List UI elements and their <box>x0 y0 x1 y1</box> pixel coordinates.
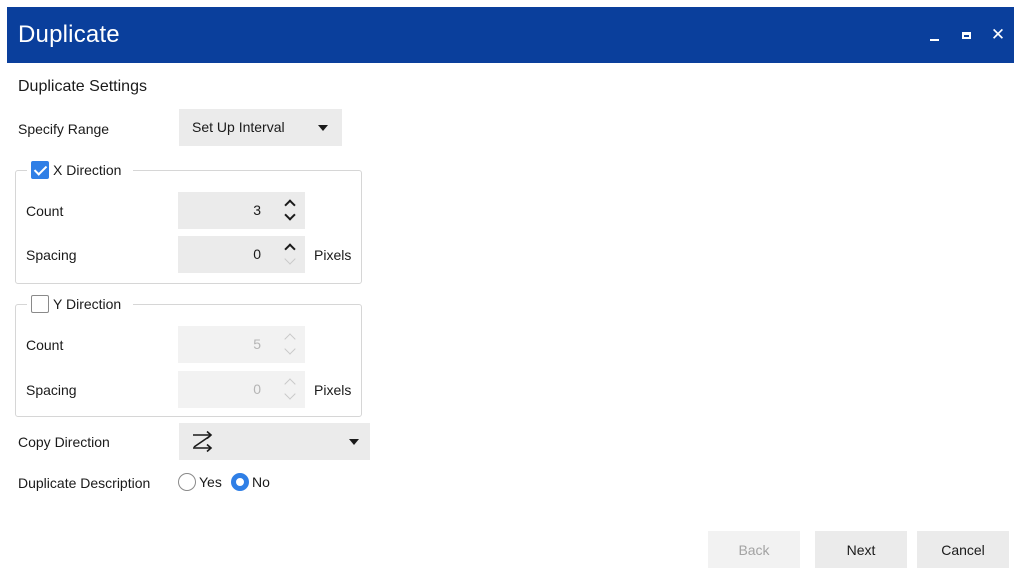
x-direction-toggle[interactable]: X Direction <box>27 160 134 180</box>
specify-range-value: Set Up Interval <box>192 119 285 135</box>
x-direction-checkbox[interactable] <box>31 161 49 179</box>
next-button[interactable]: Next <box>815 531 907 568</box>
x-count-value: 3 <box>253 202 261 218</box>
cancel-button[interactable]: Cancel <box>917 531 1009 568</box>
y-count-stepper[interactable]: 5 <box>178 326 305 363</box>
y-direction-checkbox[interactable] <box>31 295 49 313</box>
duplicate-dialog: Duplicate ✕ Duplicate Settings Specify R… <box>7 7 1014 569</box>
x-count-increment[interactable] <box>284 198 296 211</box>
y-count-value: 5 <box>253 336 261 352</box>
radio-no-label: No <box>252 474 270 490</box>
window-title: Duplicate <box>18 21 120 48</box>
x-spacing-increment[interactable] <box>284 242 296 255</box>
copy-direction-dropdown[interactable] <box>179 423 370 460</box>
specify-range-label: Specify Range <box>18 121 110 137</box>
maximize-button[interactable] <box>956 25 976 45</box>
duplicate-description-yes[interactable]: Yes <box>178 473 222 491</box>
y-spacing-value: 0 <box>253 381 261 397</box>
chevron-down-icon <box>284 253 296 265</box>
y-count-decrement[interactable] <box>284 343 296 356</box>
y-direction-label: Y Direction <box>53 296 122 312</box>
x-spacing-unit: Pixels <box>314 247 352 263</box>
duplicate-description-no[interactable]: No <box>231 473 270 491</box>
x-spacing-stepper[interactable]: 0 <box>178 236 305 273</box>
x-direction-label: X Direction <box>53 162 122 178</box>
radio-yes-label: Yes <box>199 474 222 490</box>
minimize-icon <box>929 39 939 41</box>
chevron-down-icon <box>284 343 296 355</box>
z-order-arrow-icon <box>189 430 215 457</box>
y-spacing-stepper[interactable]: 0 <box>178 371 305 408</box>
duplicate-description-label: Duplicate Description <box>18 475 151 491</box>
maximize-icon <box>961 31 971 39</box>
title-bar: Duplicate ✕ <box>7 7 1014 63</box>
x-count-decrement[interactable] <box>284 209 296 222</box>
y-spacing-decrement[interactable] <box>284 388 296 401</box>
x-count-stepper[interactable]: 3 <box>178 192 305 229</box>
radio-yes[interactable] <box>178 473 196 491</box>
x-spacing-decrement[interactable] <box>284 253 296 266</box>
radio-no[interactable] <box>231 473 249 491</box>
y-spacing-unit: Pixels <box>314 382 352 398</box>
minimize-button[interactable] <box>924 25 944 45</box>
chevron-down-icon <box>318 125 328 131</box>
close-button[interactable]: ✕ <box>988 25 1008 45</box>
copy-direction-label: Copy Direction <box>18 434 110 450</box>
y-spacing-increment[interactable] <box>284 377 296 390</box>
y-count-increment[interactable] <box>284 332 296 345</box>
x-count-label: Count <box>26 203 64 219</box>
specify-range-dropdown[interactable]: Set Up Interval <box>179 109 342 146</box>
x-spacing-value: 0 <box>253 246 261 262</box>
chevron-down-icon <box>349 439 359 445</box>
x-spacing-label: Spacing <box>26 247 77 263</box>
chevron-down-icon <box>284 209 296 221</box>
y-spacing-label: Spacing <box>26 382 77 398</box>
chevron-down-icon <box>284 388 296 400</box>
back-button[interactable]: Back <box>708 531 800 568</box>
y-direction-toggle[interactable]: Y Direction <box>27 294 134 314</box>
close-icon: ✕ <box>990 25 1006 44</box>
section-title: Duplicate Settings <box>18 78 147 95</box>
y-count-label: Count <box>26 337 64 353</box>
